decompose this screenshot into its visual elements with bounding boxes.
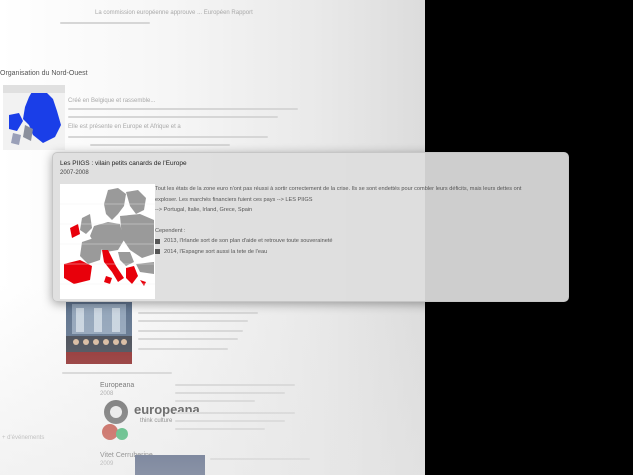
text-line — [175, 420, 285, 422]
section2-date: 2008 — [100, 391, 114, 397]
card-bullet-1: 2013, l'Irlande sort de son plan d'aide … — [155, 236, 550, 247]
text-line — [60, 22, 150, 24]
section2-title: Europeana — [100, 382, 135, 389]
bullet-square-icon — [155, 238, 160, 244]
text-line — [138, 338, 238, 340]
card-bullet-2-text: 2014, l'Espagne sort aussi la tete de l'… — [164, 248, 268, 255]
card-paragraph-line2: exploser. Les marchés financiers fuient … — [155, 196, 313, 203]
section1-line2: Elle est présente en Europe et Afrique e… — [68, 124, 181, 130]
group-photo-image[interactable] — [66, 302, 132, 364]
europe-map-icon — [60, 184, 155, 299]
text-line — [175, 392, 285, 394]
text-line — [90, 144, 230, 146]
text-line — [175, 412, 295, 414]
top-link-text[interactable]: La commission européenne approuve ... Eu… — [95, 10, 253, 16]
text-line — [68, 136, 268, 138]
text-line — [175, 428, 265, 430]
text-line — [68, 108, 298, 110]
text-line — [68, 116, 278, 118]
card-cependant-label: Cependent : — [155, 227, 186, 234]
text-line — [175, 400, 255, 402]
section1-line1: Créé en Belgique et rassemble... — [68, 98, 156, 104]
text-line — [138, 312, 258, 314]
card-date: 2007-2008 — [60, 170, 89, 176]
europeana-logo[interactable]: europeana think culture — [100, 398, 200, 444]
section-title: Organisation du Nord-Ouest — [0, 70, 88, 77]
card-bullet-2: 2014, l'Espagne sort aussi la tete de l'… — [155, 247, 550, 258]
europeana-logo-icon — [102, 400, 128, 440]
card-bullet-1-text: 2013, l'Irlande sort de son plan d'aide … — [164, 238, 333, 244]
screen: La commission européenne approuve ... Eu… — [0, 0, 633, 475]
more-events-link[interactable]: + d'événements — [2, 435, 44, 441]
text-line — [138, 330, 243, 332]
text-line — [175, 384, 295, 386]
card-paragraph-line1: Tout les états de la zone euro n'ont pas… — [155, 186, 522, 192]
text-line — [62, 372, 172, 374]
section3-date: 2009 — [100, 461, 114, 467]
card-title: Les PIIGS : vilain petits canards de l'E… — [60, 160, 187, 167]
europeana-logo-text: europeana — [134, 402, 200, 417]
text-line — [210, 458, 310, 460]
blue-europe-map-image[interactable] — [3, 85, 65, 150]
bullet-square-icon — [155, 249, 160, 255]
card-text-block: Tout les états de la zone euro n'ont pas… — [155, 184, 550, 257]
text-line — [138, 320, 248, 322]
europeana-logo-subtext: think culture — [140, 418, 173, 424]
text-line — [138, 348, 228, 350]
section3-image[interactable] — [135, 455, 205, 475]
card-paragraph-line3: --> Portugal, Italie, Irland, Grece, Spa… — [155, 207, 253, 213]
event-detail-card[interactable]: Les PIIGS : vilain petits canards de l'E… — [52, 152, 569, 302]
